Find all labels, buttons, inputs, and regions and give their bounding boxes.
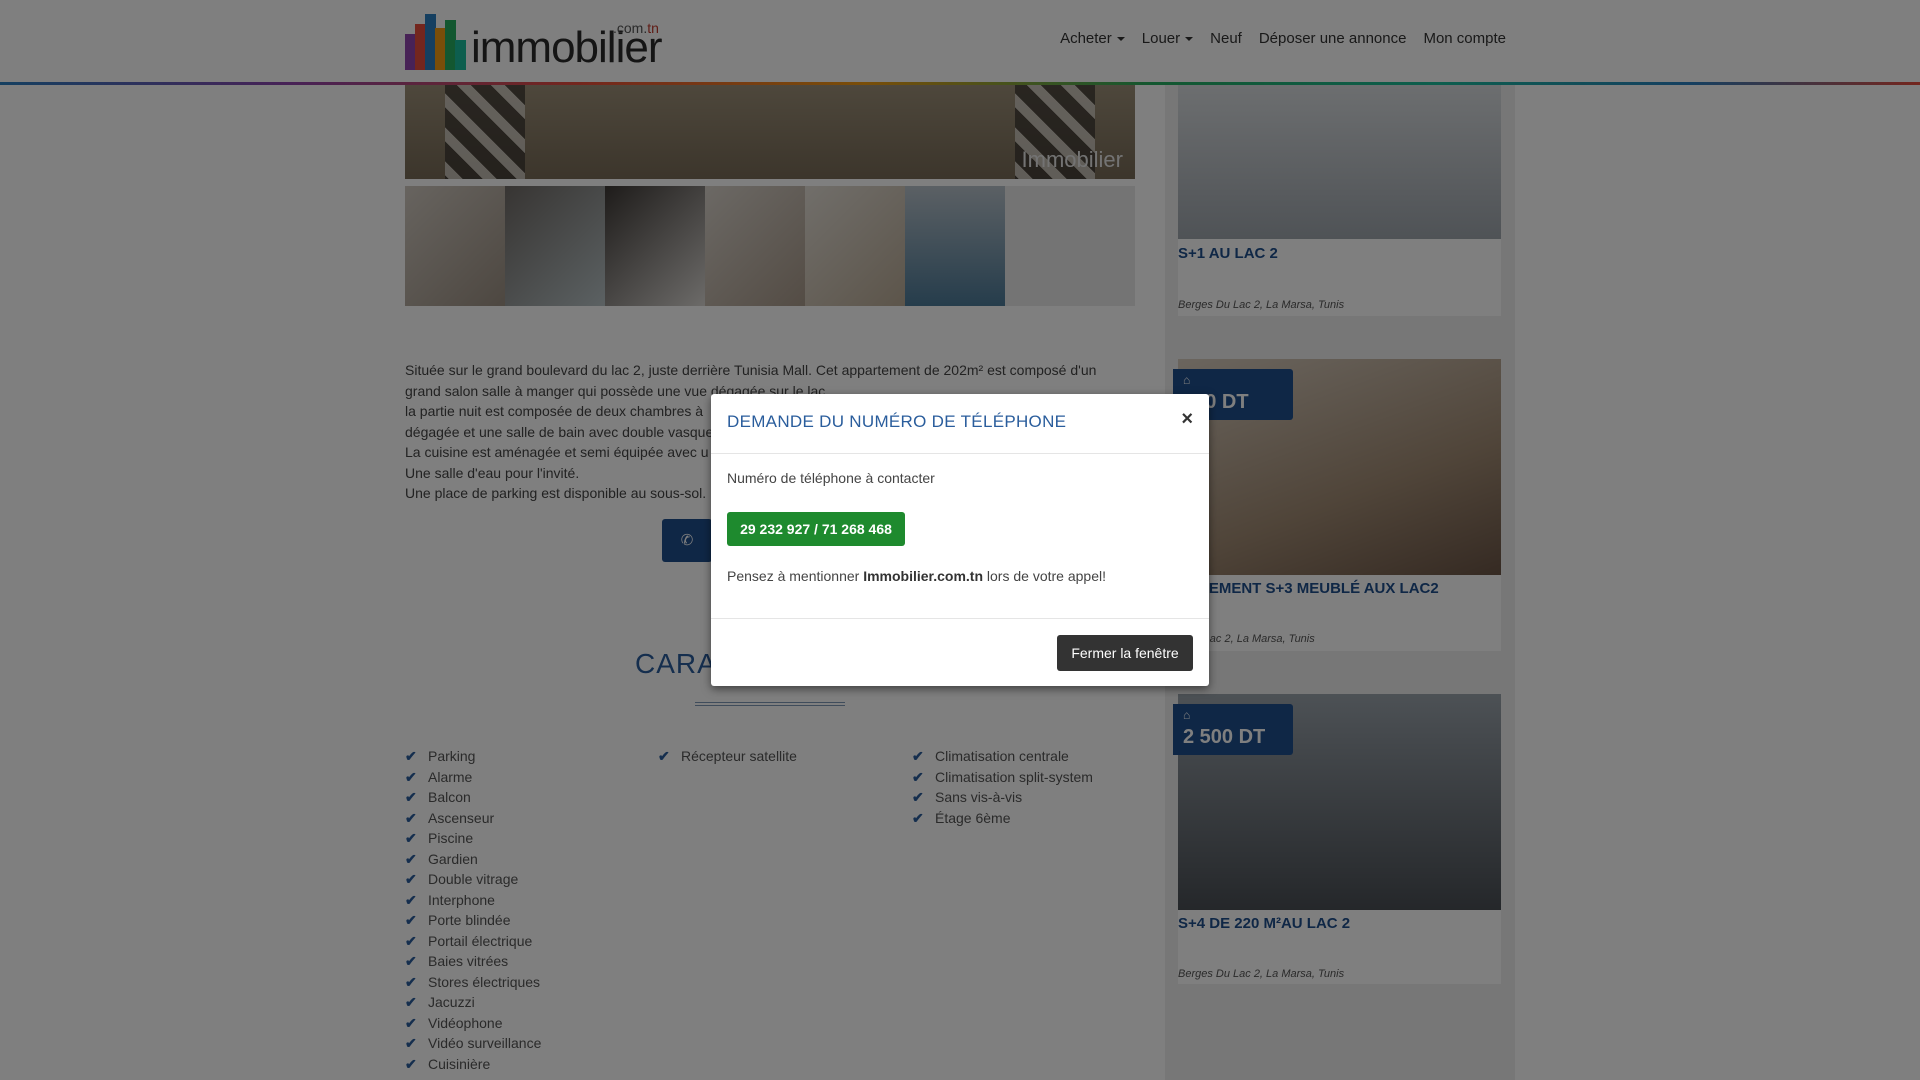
- phone-number-button[interactable]: 29 232 927 / 71 268 468: [727, 512, 905, 546]
- close-icon[interactable]: ×: [1181, 408, 1193, 431]
- modal-title: DEMANDE DU NUMÉRO DE TÉLÉPHONE: [727, 412, 1067, 431]
- modal-header: DEMANDE DU NUMÉRO DE TÉLÉPHONE ×: [711, 394, 1209, 454]
- modal-footer: Fermer la fenêtre: [711, 618, 1209, 686]
- modal-label: Numéro de téléphone à contacter: [727, 470, 935, 486]
- close-modal-button[interactable]: Fermer la fenêtre: [1057, 635, 1193, 671]
- phone-request-modal: DEMANDE DU NUMÉRO DE TÉLÉPHONE × Numéro …: [711, 394, 1209, 686]
- modal-note: Pensez à mentionner Immobilier.com.tn lo…: [727, 568, 1106, 584]
